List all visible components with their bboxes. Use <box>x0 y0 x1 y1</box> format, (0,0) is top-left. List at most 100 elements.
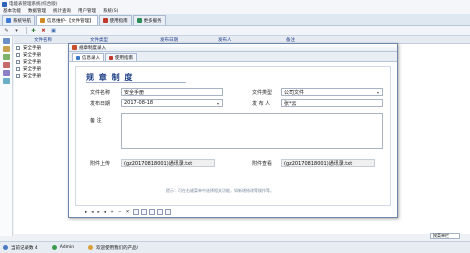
cell-file-name: 安全手册 <box>23 66 41 72</box>
dialog-title: 规章制度录入 <box>79 45 106 51</box>
user-icon[interactable] <box>2 78 10 84</box>
file-type-select[interactable]: 公司文件 ▾ <box>281 88 383 96</box>
tab-label: 使用指南 <box>109 18 128 24</box>
title-bar: 电能表管理系统(综合版) <box>0 0 470 8</box>
save-icon[interactable] <box>133 209 140 215</box>
status-bar: 当前记录数 4 Admin 欢迎使用我们的产品! <box>0 241 470 253</box>
toolbar: ✎ ▾ ✚ ✖ ▣ <box>0 26 470 36</box>
tab-usage-guide[interactable]: 使用指南 <box>105 53 137 61</box>
remark-textarea[interactable] <box>121 113 383 149</box>
edit-icon[interactable]: ✎ <box>3 27 10 34</box>
delete-record-icon[interactable]: − <box>118 210 122 215</box>
form-banner: 规 章 制 度 <box>86 72 186 83</box>
first-record-icon[interactable]: ▸ <box>85 210 87 215</box>
prev-record-icon[interactable]: ◂ <box>91 210 93 215</box>
tab-label: 系统导航 <box>13 18 31 24</box>
publisher-input[interactable]: 张*云 <box>281 99 383 107</box>
delete-icon[interactable]: ✖ <box>40 27 47 34</box>
chart-icon[interactable] <box>2 54 10 60</box>
chevron-down-icon[interactable]: ▾ <box>375 89 381 95</box>
print-icon[interactable] <box>141 209 148 215</box>
row-indicator-icon <box>16 59 20 64</box>
navigation-icon <box>6 18 11 23</box>
dialog-title-bar: 规章制度录入 <box>69 44 397 52</box>
menu-mode-select[interactable]: 按菜单栏 <box>430 232 460 239</box>
settings-icon[interactable] <box>2 70 10 76</box>
hint-text: 提示：可在右键菜单中选择相关功能，如新增修改等操作等。 <box>166 188 274 193</box>
add-record-icon[interactable]: + <box>110 210 114 215</box>
user-icon <box>51 245 57 250</box>
publish-date-picker[interactable]: 2017-08-18 ▾ <box>121 99 223 107</box>
file-name-value: 安全手册 <box>124 89 145 96</box>
tab-label: 信息维护-【文件管理】 <box>47 18 94 24</box>
close-icon[interactable] <box>165 209 172 215</box>
view-label: 附件查看 <box>252 161 273 167</box>
tab-label: 使用指南 <box>115 55 133 61</box>
tab-info-entry[interactable]: 信息录入 <box>72 53 104 61</box>
chevron-down-icon[interactable]: ▾ <box>215 100 221 106</box>
row-indicator-icon <box>16 45 20 50</box>
help-icon <box>109 55 113 60</box>
cell-file-name: 安全手册 <box>23 45 41 51</box>
rules-entry-dialog: 规章制度录入 信息录入 使用指南 规 章 制 度 文件名称 安全手册 文件类型 … <box>68 43 398 218</box>
row-indicator-icon <box>16 52 20 57</box>
app-icon <box>2 1 7 7</box>
file-type-value: 公司文件 <box>284 89 305 96</box>
column-header-file-name[interactable]: 文件名称 <box>34 37 52 43</box>
publish-date-label: 发布日期 <box>90 101 111 107</box>
dialog-tab-bar: 信息录入 使用指南 <box>69 52 397 62</box>
status-user: Admin <box>51 245 75 250</box>
publisher-label: 发 布 人 <box>252 101 271 107</box>
file-type-label: 文件类型 <box>252 90 273 96</box>
form-title: 规 章 制 度 <box>86 73 134 82</box>
cancel-record-icon[interactable]: ✕ <box>126 210 130 215</box>
info-icon <box>88 245 94 250</box>
record-navigator: ▸ ◂ ▸ ◂ + − ✕ <box>85 208 173 216</box>
edit-icon <box>76 55 80 60</box>
welcome-text: 欢迎使用我们的产品! <box>96 245 139 251</box>
dialog-icon <box>72 45 77 50</box>
entry-form: 规 章 制 度 文件名称 安全手册 文件类型 公司文件 ▾ 发布日期 2017-… <box>75 66 391 206</box>
bottom-bar: 按菜单栏 <box>14 232 470 239</box>
cell-file-name: 安全手册 <box>23 52 41 58</box>
menu-mode-value: 按菜单栏 <box>433 232 449 238</box>
search-icon[interactable] <box>149 209 156 215</box>
tab-more-services[interactable]: 更多服务 <box>132 15 166 25</box>
tab-navigation[interactable]: 系统导航 <box>2 15 35 25</box>
remark-label: 备 注 <box>90 118 102 124</box>
left-icon-strip <box>0 36 13 236</box>
records-text: 当前记录数 4 <box>11 245 38 251</box>
view-value: (gz20170818001)通讯录.txt <box>284 160 353 167</box>
service-icon <box>136 18 142 23</box>
tab-label: 信息录入 <box>82 55 100 61</box>
tab-label: 更多服务 <box>143 18 162 24</box>
folder-icon[interactable] <box>2 46 10 52</box>
row-indicator-icon <box>16 66 20 71</box>
cell-file-name: 安全手册 <box>23 59 41 65</box>
publish-date-value: 2017-08-18 <box>124 100 154 106</box>
list-icon[interactable] <box>2 38 10 44</box>
upload-field[interactable]: (gz20170818001)通讯录.txt <box>121 159 215 167</box>
view-field[interactable]: (gz20170818001)通讯录.txt <box>281 159 375 167</box>
export-icon[interactable] <box>157 209 164 215</box>
file-name-input[interactable]: 安全手册 <box>121 88 223 96</box>
report-icon[interactable] <box>2 62 10 68</box>
tab-guide[interactable]: 使用指南 <box>98 15 132 25</box>
toolbar-separator <box>26 27 27 34</box>
next-record-icon[interactable]: ▸ <box>98 210 100 215</box>
document-icon <box>40 18 45 23</box>
status-records: 当前记录数 4 <box>3 245 38 251</box>
tab-file-management[interactable]: 信息维护-【文件管理】 <box>36 15 98 25</box>
user-text: Admin <box>59 245 75 250</box>
records-icon <box>3 245 8 250</box>
status-welcome: 欢迎使用我们的产品! <box>88 245 138 251</box>
window-title: 电能表管理系统(综合版) <box>9 2 58 7</box>
save-icon[interactable]: ▣ <box>50 27 57 34</box>
dropdown-icon[interactable]: ▾ <box>13 27 20 34</box>
file-name-label: 文件名称 <box>90 90 111 96</box>
add-icon[interactable]: ✚ <box>30 27 37 34</box>
last-record-icon[interactable]: ◂ <box>104 210 106 215</box>
cell-file-name: 安全手册 <box>23 73 41 79</box>
publisher-value: 张*云 <box>284 100 297 107</box>
upload-label: 附件上传 <box>90 161 111 167</box>
